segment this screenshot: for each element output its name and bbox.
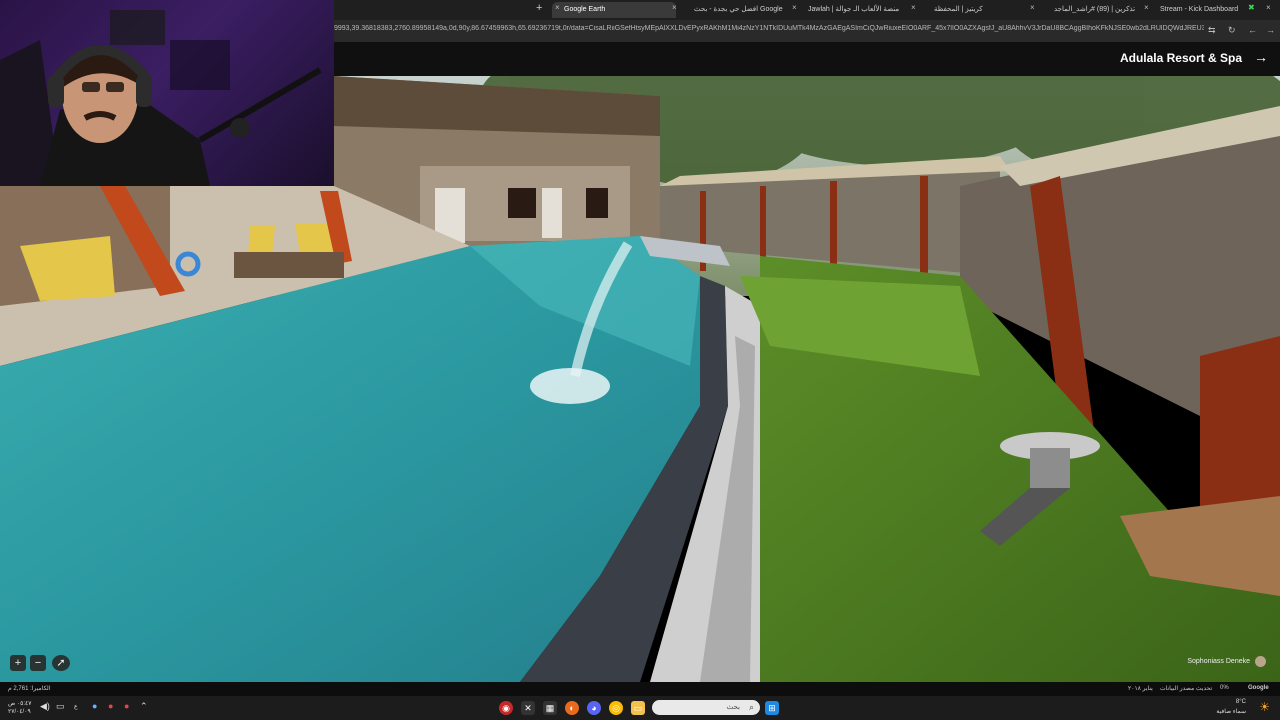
kick-icon: ✖	[1248, 3, 1255, 12]
folder-icon[interactable]: ▭	[631, 701, 645, 715]
camera-altitude: الكاميرا: 2,761 م	[8, 686, 51, 692]
weather-icon[interactable]: ☀	[1259, 700, 1270, 714]
load-percent: 0%	[1220, 685, 1229, 691]
close-icon[interactable]: ×	[1266, 3, 1271, 12]
taskbar-search[interactable]: بحث ⌕	[652, 700, 760, 715]
chrome-icon[interactable]: ◎	[609, 701, 623, 715]
tab-jawlah[interactable]: Jawlah | منصة الألعاب الـ جوالة	[804, 2, 908, 18]
compass-icon[interactable]: ➚	[52, 655, 70, 671]
streamer-illustration	[0, 10, 322, 186]
discord-icon[interactable]: ◕	[587, 701, 601, 715]
search-placeholder: بحث	[726, 704, 740, 711]
tab-tickets[interactable]: تذكرين | (89) #راشد_الماجد	[1050, 2, 1144, 18]
close-icon[interactable]: ×	[672, 3, 677, 12]
tab-wallet[interactable]: كريتيز | المحفظة	[930, 2, 1024, 18]
task-view-icon[interactable]: ▦	[543, 701, 557, 715]
place-title[interactable]: Adulala Resort & Spa	[1120, 51, 1242, 65]
tab-search[interactable]: افضل حي بجدة - بحث Google	[686, 2, 784, 18]
recorder-app-icon[interactable]: ◉	[499, 701, 513, 715]
url-field[interactable]: 9993,39.36818383,2760.89958149a,0d,90y,8…	[334, 25, 1204, 32]
tab-label: Google Earth	[564, 6, 606, 13]
data-update-status: تحديث مصدر البيانات	[1160, 686, 1213, 692]
tab-label: افضل حي بجدة - بحث Google	[694, 6, 783, 13]
capcut-app-icon[interactable]: ✕	[521, 701, 535, 715]
back-icon[interactable]: ←	[1248, 25, 1257, 35]
clock-date[interactable]: ٢٧/٠٤/٠٩	[8, 708, 31, 715]
imagery-date: يناير ٢٠١٨	[1128, 686, 1153, 692]
photo-attribution[interactable]: Sophoniass Deneke	[1187, 658, 1250, 665]
taskbar: ٠٥:٤٧ ص ٢٧/٠٤/٠٩ ◀) ▭ ع ● ● ● ⌃ ◉ ✕ ▦ ◐ …	[0, 696, 1280, 720]
language-indicator[interactable]: ع	[74, 703, 78, 710]
forward-icon[interactable]: →	[1266, 25, 1275, 35]
reload-icon[interactable]: ↻	[1228, 25, 1236, 36]
google-logo: Google	[1248, 685, 1269, 691]
close-icon[interactable]: ×	[1030, 3, 1035, 12]
search-icon: ⌕	[748, 702, 754, 712]
tab-google-earth[interactable]: Google Earth	[552, 2, 676, 18]
close-icon[interactable]: ×	[911, 3, 916, 12]
new-tab-button[interactable]: +	[536, 2, 542, 14]
mic-icon[interactable]: ●	[92, 701, 97, 711]
close-icon[interactable]: ×	[555, 3, 560, 12]
clock-time[interactable]: ٠٥:٤٧ ص	[8, 700, 31, 707]
network-icon[interactable]: ▭	[56, 701, 65, 712]
firefox-icon[interactable]: ◐	[565, 701, 579, 715]
zoom-out-button[interactable]: −	[30, 655, 46, 671]
record-icon[interactable]: ●	[124, 701, 129, 711]
tab-label: تذكرين | (89) #راشد_الماجد	[1054, 6, 1136, 13]
volume-icon[interactable]: ◀)	[40, 701, 50, 712]
chevron-up-icon[interactable]: ⌃	[140, 701, 148, 712]
tab-kick-dashboard[interactable]: Stream - Kick Dashboard	[1156, 2, 1250, 18]
tab-label: Jawlah | منصة الألعاب الـ جوالة	[808, 6, 900, 13]
close-icon[interactable]: ×	[1144, 3, 1149, 12]
tab-label: Stream - Kick Dashboard	[1160, 6, 1239, 13]
windows-start-icon[interactable]: ⊞	[765, 701, 779, 715]
tab-label: كريتيز | المحفظة	[934, 6, 983, 13]
close-icon[interactable]: ×	[792, 3, 797, 12]
weather-description[interactable]: سماء صافية	[1216, 708, 1246, 715]
weather-temp[interactable]: 8°C	[1236, 699, 1246, 705]
translate-icon[interactable]: ⇆	[1208, 25, 1216, 36]
zoom-in-button[interactable]: +	[10, 655, 26, 671]
app-tray-icon[interactable]: ●	[108, 701, 113, 711]
webcam-overlay	[0, 0, 334, 186]
avatar	[1255, 656, 1266, 667]
earth-status-bar: الكاميرا: 2,761 م يناير ٢٠١٨ تحديث مصدر …	[0, 682, 1280, 696]
arrow-right-icon[interactable]: →	[1254, 49, 1268, 65]
